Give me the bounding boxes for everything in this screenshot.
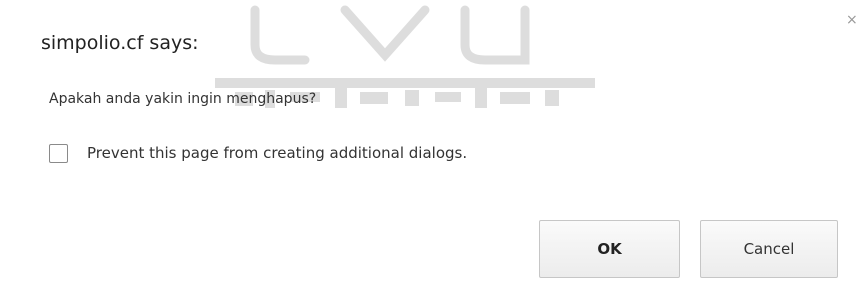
ok-button[interactable]: OK bbox=[539, 220, 680, 278]
dialog-title: simpolio.cf says: bbox=[41, 32, 199, 54]
cancel-button[interactable]: Cancel bbox=[700, 220, 838, 278]
prevent-dialogs-option[interactable]: Prevent this page from creating addition… bbox=[49, 141, 467, 165]
prevent-dialogs-checkbox[interactable] bbox=[49, 143, 68, 163]
alert-dialog: × simpolio.cf says: Apakah anda yakin in… bbox=[12, 10, 861, 295]
close-icon[interactable]: × bbox=[846, 12, 861, 28]
page: × simpolio.cf says: Apakah anda yakin in… bbox=[0, 0, 861, 295]
dialog-message: Apakah anda yakin ingin menghapus? bbox=[49, 91, 317, 107]
prevent-dialogs-label: Prevent this page from creating addition… bbox=[87, 144, 468, 162]
